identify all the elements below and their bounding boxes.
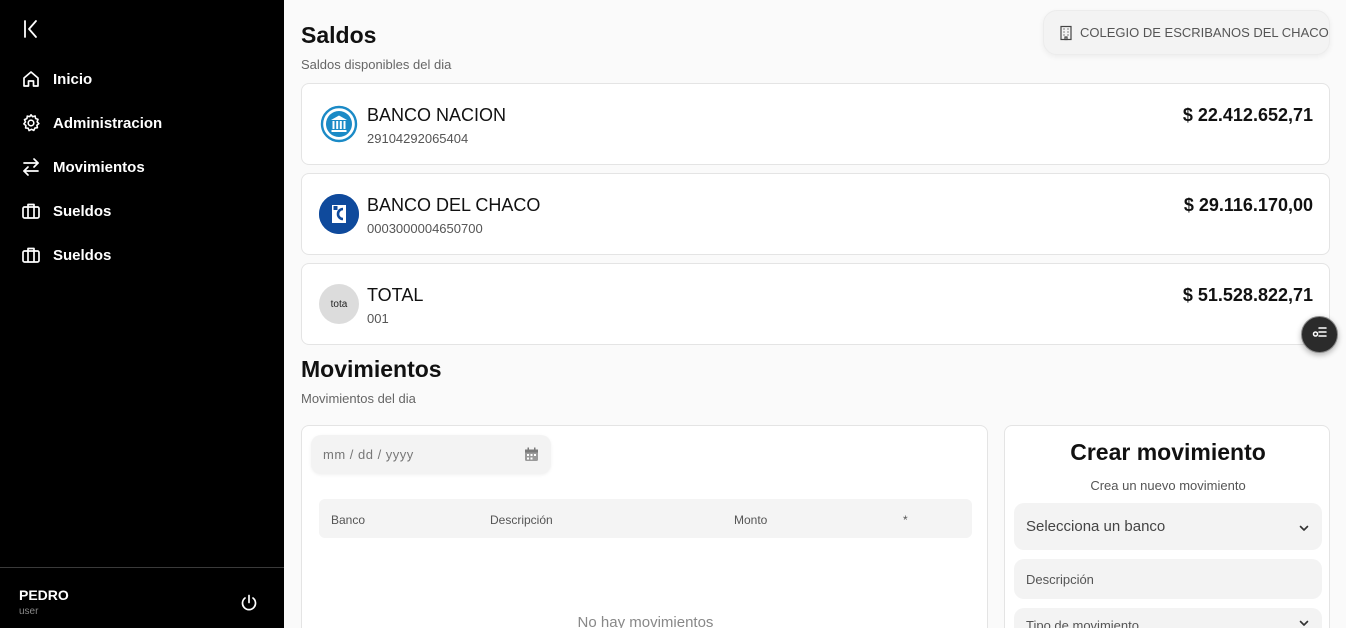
total-avatar: tota <box>319 284 359 324</box>
description-input[interactable]: Descripción <box>1014 559 1322 599</box>
bank-account-number: 001 <box>367 311 389 326</box>
sidebar: Inicio Administracion Movimientos Sueldo… <box>0 0 284 628</box>
bank-select-value: Selecciona un banco <box>1026 518 1166 535</box>
saldos-title: Saldos <box>301 22 377 48</box>
column-actions: * <box>903 513 908 527</box>
bank-balance: $ 22.412.652,71 <box>1182 105 1313 125</box>
banco-chaco-logo <box>319 194 359 234</box>
briefcase-icon <box>21 201 41 221</box>
table-header: Banco Descripción Monto * <box>319 499 972 538</box>
user-panel: PEDRO user <box>0 567 284 628</box>
sidebar-item-label: Movimientos <box>53 158 145 176</box>
user-name: PEDRO <box>19 587 69 603</box>
movements-panel: mm / dd / yyyy Banco Descripción Monto *… <box>301 425 988 628</box>
sidebar-nav: Inicio Administracion Movimientos Sueldo… <box>0 57 284 277</box>
bank-select[interactable]: Selecciona un banco <box>1014 503 1322 550</box>
column-descripcion[interactable]: Descripción <box>490 513 553 527</box>
bank-balance: $ 29.116.170,00 <box>1183 195 1313 215</box>
balance-card-banco-chaco[interactable]: BANCO DEL CHACO 0003000004650700 $ 29.11… <box>301 173 1330 255</box>
building-icon <box>1058 25 1074 41</box>
sidebar-item-label: Sueldos <box>53 246 112 264</box>
sidebar-item-label: Sueldos <box>53 202 112 220</box>
bank-balance: $ 51.528.822,71 <box>1182 285 1313 305</box>
sidebar-item-label: Inicio <box>53 70 93 88</box>
column-monto[interactable]: Monto <box>734 513 767 527</box>
sidebar-item-sueldos[interactable]: Sueldos <box>0 189 284 233</box>
sidebar-item-movimientos[interactable]: Movimientos <box>0 145 284 189</box>
bank-name: TOTAL <box>367 285 424 305</box>
movimientos-subtitle: Movimientos del dia <box>301 391 416 406</box>
empty-state-text: No hay movimientos <box>577 614 714 628</box>
bank-name: BANCO NACION <box>367 105 507 125</box>
collapse-sidebar-icon[interactable] <box>20 18 42 40</box>
movement-type-value: Tipo de movimiento <box>1026 617 1139 628</box>
sidebar-item-inicio[interactable]: Inicio <box>0 57 284 101</box>
user-role: user <box>19 606 39 617</box>
sidebar-item-sueldos-2[interactable]: Sueldos <box>0 233 284 277</box>
create-movement-title: Crear movimiento <box>1070 439 1266 465</box>
date-placeholder: mm / dd / yyyy <box>323 447 414 462</box>
organization-selector[interactable]: COLEGIO DE ESCRIBANOS DEL CHACO <box>1043 10 1330 55</box>
chevron-down-icon <box>1298 616 1310 628</box>
movimientos-title: Movimientos <box>301 356 442 382</box>
bank-account-number: 0003000004650700 <box>367 221 483 236</box>
sidebar-item-label: Administracion <box>53 114 163 132</box>
bank-account-number: 29104292065404 <box>367 131 469 146</box>
sidebar-item-administracion[interactable]: Administracion <box>0 101 284 145</box>
column-banco[interactable]: Banco <box>331 513 365 527</box>
filter-list-button[interactable] <box>1301 316 1338 353</box>
total-avatar-text: tota <box>330 298 348 310</box>
date-filter-input[interactable]: mm / dd / yyyy <box>311 435 551 474</box>
bank-name: BANCO DEL CHACO <box>367 195 541 215</box>
arrows-swap-icon <box>21 157 41 177</box>
balance-card-banco-nacion[interactable]: BANCO NACION 29104292065404 $ 22.412.652… <box>301 83 1330 165</box>
balance-card-total[interactable]: tota TOTAL 001 $ 51.528.822,71 <box>301 263 1330 345</box>
create-movement-subtitle: Crea un nuevo movimiento <box>1090 478 1246 493</box>
banco-nacion-logo <box>319 104 359 144</box>
movement-type-select[interactable]: Tipo de movimiento <box>1014 608 1322 628</box>
create-movement-panel: Crear movimiento Crea un nuevo movimient… <box>1004 425 1330 628</box>
logout-power-icon[interactable] <box>239 593 259 613</box>
home-icon <box>21 69 41 89</box>
chevron-down-icon <box>1298 521 1310 533</box>
calendar-icon[interactable] <box>524 447 539 462</box>
organization-name: COLEGIO DE ESCRIBANOS DEL CHACO <box>1080 25 1329 40</box>
gear-icon <box>21 113 41 133</box>
description-placeholder: Descripción <box>1026 571 1094 587</box>
briefcase-icon <box>21 245 41 265</box>
filter-list-icon <box>1311 323 1329 346</box>
saldos-subtitle: Saldos disponibles del dia <box>301 57 452 72</box>
